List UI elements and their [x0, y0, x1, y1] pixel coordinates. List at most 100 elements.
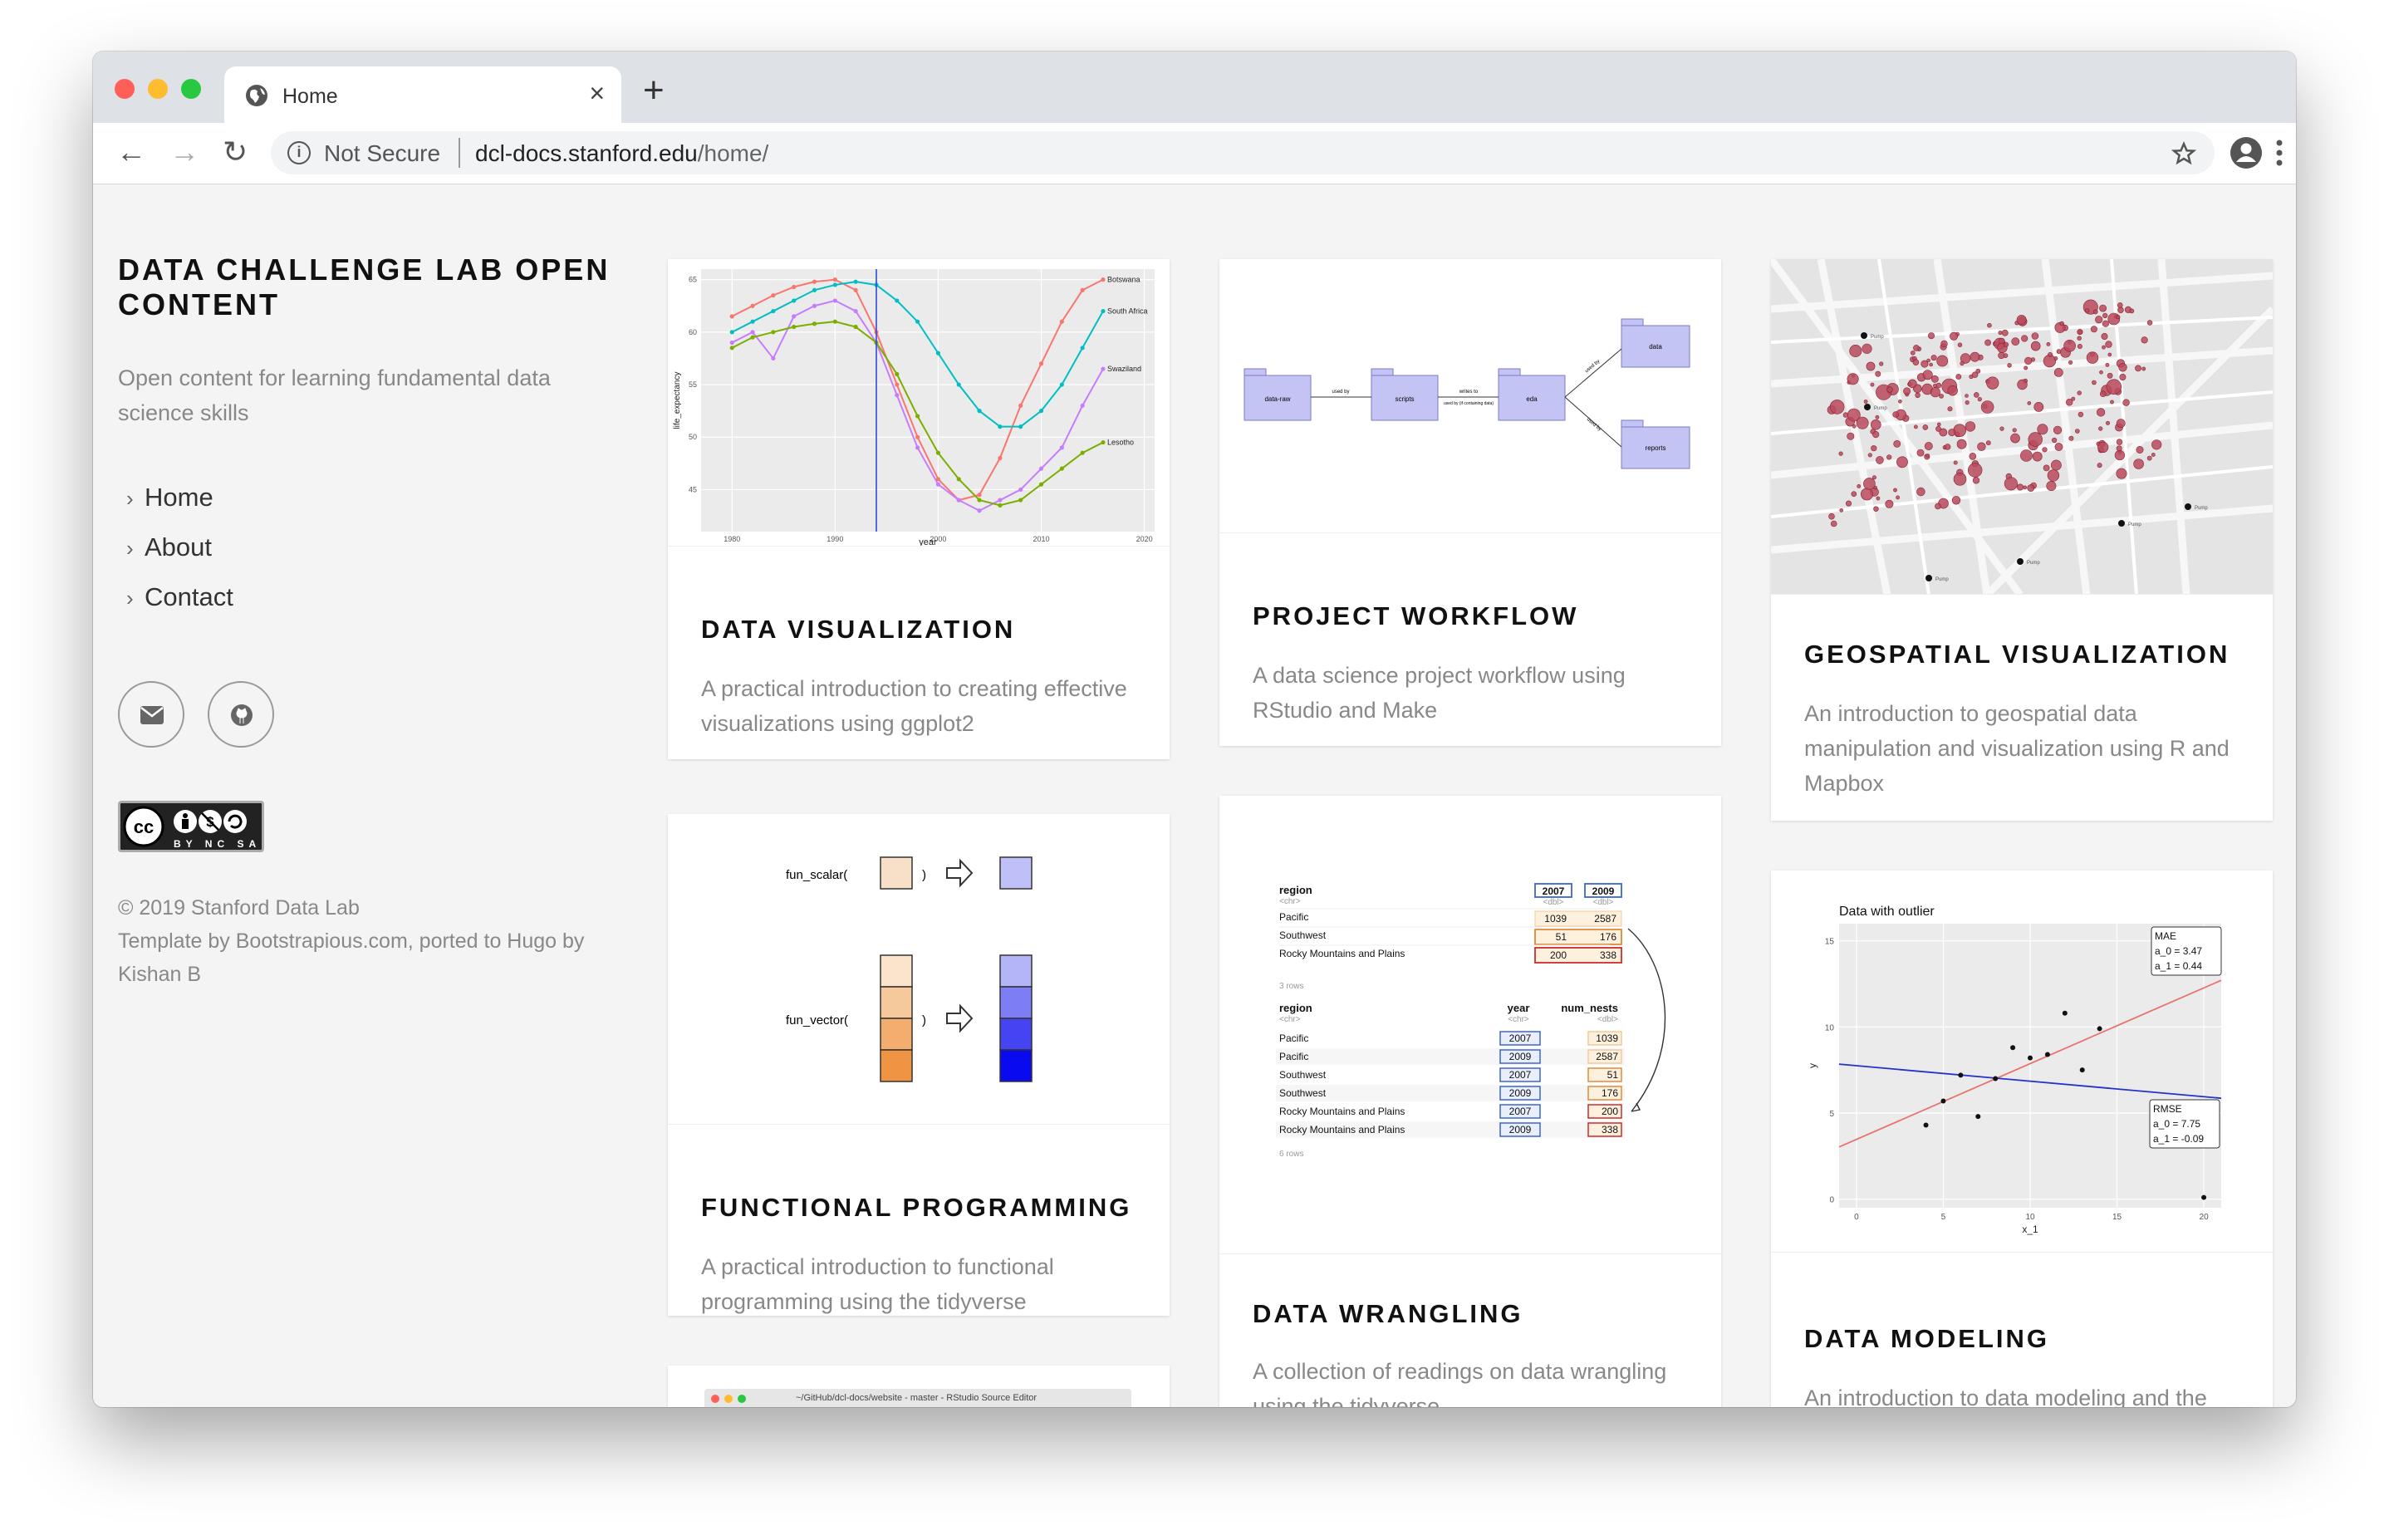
data-point	[977, 508, 982, 513]
card-rstudio-partial[interactable]: ~/GitHub/dcl-docs/website - master - RSt…	[668, 1366, 1170, 1407]
y-tick-label: 5	[1829, 1110, 1834, 1119]
death-marker	[1926, 358, 1930, 363]
close-window-button[interactable]	[115, 79, 135, 99]
nav-item-contact[interactable]: › Contact	[126, 572, 233, 622]
workflow-node-reports: reports	[1621, 419, 1690, 469]
death-marker	[1977, 442, 1986, 451]
death-marker	[2037, 424, 2048, 435]
table-header: region	[1279, 884, 1312, 896]
death-marker	[2054, 443, 2063, 451]
death-marker	[1974, 392, 1979, 398]
card-functional-programming[interactable]: fun_scalar( ) fun_vector( ) FUNCTIONAL P…	[668, 814, 1170, 1316]
death-marker	[2117, 302, 2123, 308]
death-marker	[2099, 304, 2107, 312]
death-marker	[1876, 496, 1881, 501]
death-marker	[1933, 383, 1938, 388]
data-point	[935, 351, 941, 356]
table-cell: 338	[1602, 1124, 1618, 1135]
death-marker	[2133, 459, 2144, 469]
death-marker	[1935, 503, 1941, 510]
data-point	[2097, 1026, 2102, 1032]
github-button[interactable]	[208, 681, 274, 748]
email-button[interactable]	[118, 681, 184, 748]
card-data-wrangling[interactable]: region <chr> 2007 <dbl> 2009 <dbl> Pacific 1039…	[1219, 796, 1721, 1407]
data-point	[1923, 1122, 1929, 1128]
maximize-dot	[738, 1395, 746, 1403]
data-point	[750, 319, 755, 324]
death-marker	[1863, 478, 1876, 490]
table-header: 2009	[1592, 885, 1615, 897]
site-title[interactable]: DATA CHALLENGE LAB OPEN CONTENT	[118, 253, 633, 322]
card-geospatial-visualization[interactable]: Pump Pump Pump Pump Pump Pump GEOSPATIAL…	[1771, 259, 2273, 821]
bookmark-star-icon[interactable]	[2171, 141, 2196, 166]
card-project-workflow[interactable]: data-raw scripts eda data reports used b…	[1219, 259, 1721, 746]
table-cell: 200	[1550, 949, 1567, 961]
table-cell: Pacific	[1279, 911, 1308, 923]
death-marker	[2129, 308, 2135, 314]
type-label: <chr>	[1279, 897, 1301, 906]
pump-label: Pump	[1874, 406, 1887, 411]
mae-legend-text: a_1 = 0.44	[2155, 960, 2202, 972]
site-tagline: Open content for learning fundamental da…	[118, 365, 551, 425]
table-header: region	[1279, 1002, 1312, 1014]
close-tab-icon[interactable]: ×	[589, 78, 605, 109]
death-marker	[1862, 343, 1872, 354]
card-data-visualization[interactable]: 45 50 55 60 65 1980 1990 2000 2010 2020 year life_e…	[668, 259, 1170, 759]
function-diagram: fun_scalar( ) fun_vector( )	[786, 856, 1033, 1082]
data-point	[1018, 498, 1023, 503]
data-point	[853, 279, 858, 284]
license-label: BY NC SA	[174, 838, 262, 850]
table-cell: 176	[1602, 1087, 1618, 1099]
data-point	[812, 303, 817, 308]
info-icon[interactable]: i	[287, 141, 311, 164]
x-axis-label: x_1	[2022, 1224, 2038, 1235]
death-marker	[1896, 495, 1900, 500]
death-markers	[1827, 299, 2162, 527]
address-bar[interactable]: i Not Secure dcl-docs.stanford.edu/home/	[271, 131, 2215, 174]
death-marker	[2042, 447, 2048, 453]
chevron-right-icon: ›	[126, 486, 134, 511]
table-cell: 2587	[1596, 1051, 1618, 1062]
nav-item-home[interactable]: › Home	[126, 473, 233, 522]
back-arrow-icon[interactable]: ←	[116, 135, 146, 169]
forward-arrow-icon[interactable]: →	[169, 135, 199, 169]
nav-item-about[interactable]: › About	[126, 522, 233, 572]
data-point	[853, 308, 858, 314]
card-data-modeling[interactable]: Data with outlier 0 5 10 15 0 5 10 15 20 x_1 y MAE a_…	[1771, 871, 2273, 1407]
workflow-edge-label: used by	[1584, 359, 1601, 374]
maximize-window-button[interactable]	[181, 79, 201, 99]
new-tab-button[interactable]: +	[643, 70, 665, 111]
death-marker	[1916, 449, 1925, 457]
data-point	[956, 382, 961, 387]
sidebar-nav: › Home › About › Contact	[126, 473, 233, 622]
data-point	[771, 330, 776, 335]
kebab-menu-icon[interactable]	[2274, 138, 2284, 168]
death-marker	[2028, 432, 2043, 447]
table-cell: 51	[1607, 1069, 1619, 1081]
template-credit[interactable]: Template by Bootstrapious.com, ported to…	[118, 924, 633, 991]
table-cell: 338	[1600, 949, 1616, 961]
card-title: FUNCTIONAL PROGRAMMING	[701, 1193, 1132, 1222]
death-marker	[1849, 345, 1862, 358]
table-cell: 176	[1600, 931, 1616, 943]
browser-tab[interactable]: Home ×	[224, 66, 621, 123]
close-dot	[711, 1395, 719, 1403]
cc-license-badge[interactable]: cc $ BY NC SA	[118, 801, 264, 852]
profile-avatar-icon[interactable]	[2230, 136, 2263, 169]
life-expectancy-chart: 45505560651980 1990 2000 2010 2020yearlife_e…	[673, 269, 1155, 546]
death-marker	[1838, 451, 1843, 456]
pump-label: Pump	[2195, 506, 2208, 511]
data-point	[1101, 366, 1106, 371]
card-thumbnail: 45 50 55 60 65 1980 1990 2000 2010 2020 year life_e…	[668, 259, 1170, 547]
death-marker	[2105, 363, 2110, 367]
death-marker	[2092, 309, 2098, 315]
card-title: PROJECT WORKFLOW	[1253, 601, 1579, 630]
y-axis-label: life_expectancy	[673, 372, 682, 429]
reload-icon[interactable]: ↻	[223, 135, 248, 169]
death-marker	[2077, 336, 2082, 341]
death-marker	[2092, 380, 2097, 385]
workflow-node-label: scripts	[1395, 395, 1414, 403]
minimize-window-button[interactable]	[148, 79, 168, 99]
death-marker	[2021, 335, 2028, 342]
data-point	[915, 319, 920, 324]
